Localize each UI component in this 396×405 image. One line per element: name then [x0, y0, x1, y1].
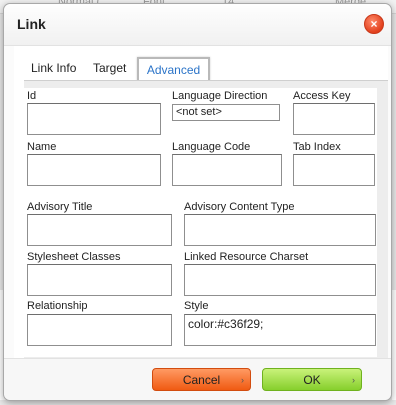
tab-target[interactable]: Target	[89, 57, 130, 81]
editor-document-edge-right	[392, 290, 396, 400]
advisory-title-label: Advisory Title	[27, 201, 93, 213]
style-label: Style	[184, 300, 209, 312]
dialog-footer: Cancel › OK ›	[4, 358, 391, 400]
language-code-field[interactable]	[172, 154, 282, 186]
id-field[interactable]	[27, 103, 161, 135]
dialog-titlebar[interactable]: Link ×	[4, 4, 391, 46]
access-key-field[interactable]	[293, 103, 375, 135]
cancel-button[interactable]: Cancel ›	[152, 368, 251, 391]
stylesheet-classes-field[interactable]	[27, 264, 172, 296]
ok-button[interactable]: OK ›	[262, 368, 362, 391]
button-arrow-icon: ›	[241, 375, 244, 385]
language-direction-label: Language Direction	[172, 90, 268, 102]
id-label: Id	[27, 90, 37, 102]
stylesheet-classes-label: Stylesheet Classes	[27, 251, 121, 263]
name-label: Name	[27, 141, 57, 153]
tab-index-field[interactable]	[293, 154, 375, 186]
language-code-label: Language Code	[172, 141, 251, 153]
dialog-title: Link	[17, 16, 46, 32]
advisory-content-type-label: Advisory Content Type	[184, 201, 295, 213]
name-field[interactable]	[27, 154, 161, 186]
style-field[interactable]: color:#c36f29;	[184, 314, 376, 346]
button-arrow-icon: ›	[352, 375, 355, 385]
language-direction-select[interactable]: <not set>	[172, 104, 280, 121]
tab-advanced[interactable]: Advanced	[137, 57, 210, 81]
advisory-title-field[interactable]	[27, 214, 172, 246]
field-group-bottom: Advisory Title Advisory Content Type Sty…	[24, 197, 377, 357]
advisory-content-type-field[interactable]	[184, 214, 376, 246]
linked-resource-charset-field[interactable]	[184, 264, 376, 296]
ok-button-label: OK	[303, 373, 321, 387]
linked-resource-charset-label: Linked Resource Charset	[184, 251, 309, 263]
relationship-label: Relationship	[27, 300, 88, 312]
cancel-button-label: Cancel	[182, 373, 221, 387]
relationship-field[interactable]	[27, 314, 172, 346]
tab-link-info[interactable]: Link Info	[27, 57, 80, 81]
link-dialog: Link × Link Info Target Advanced Id Lang…	[3, 3, 392, 401]
close-icon[interactable]: ×	[364, 14, 384, 34]
tab-index-label: Tab Index	[293, 141, 341, 153]
access-key-label: Access Key	[293, 90, 351, 102]
